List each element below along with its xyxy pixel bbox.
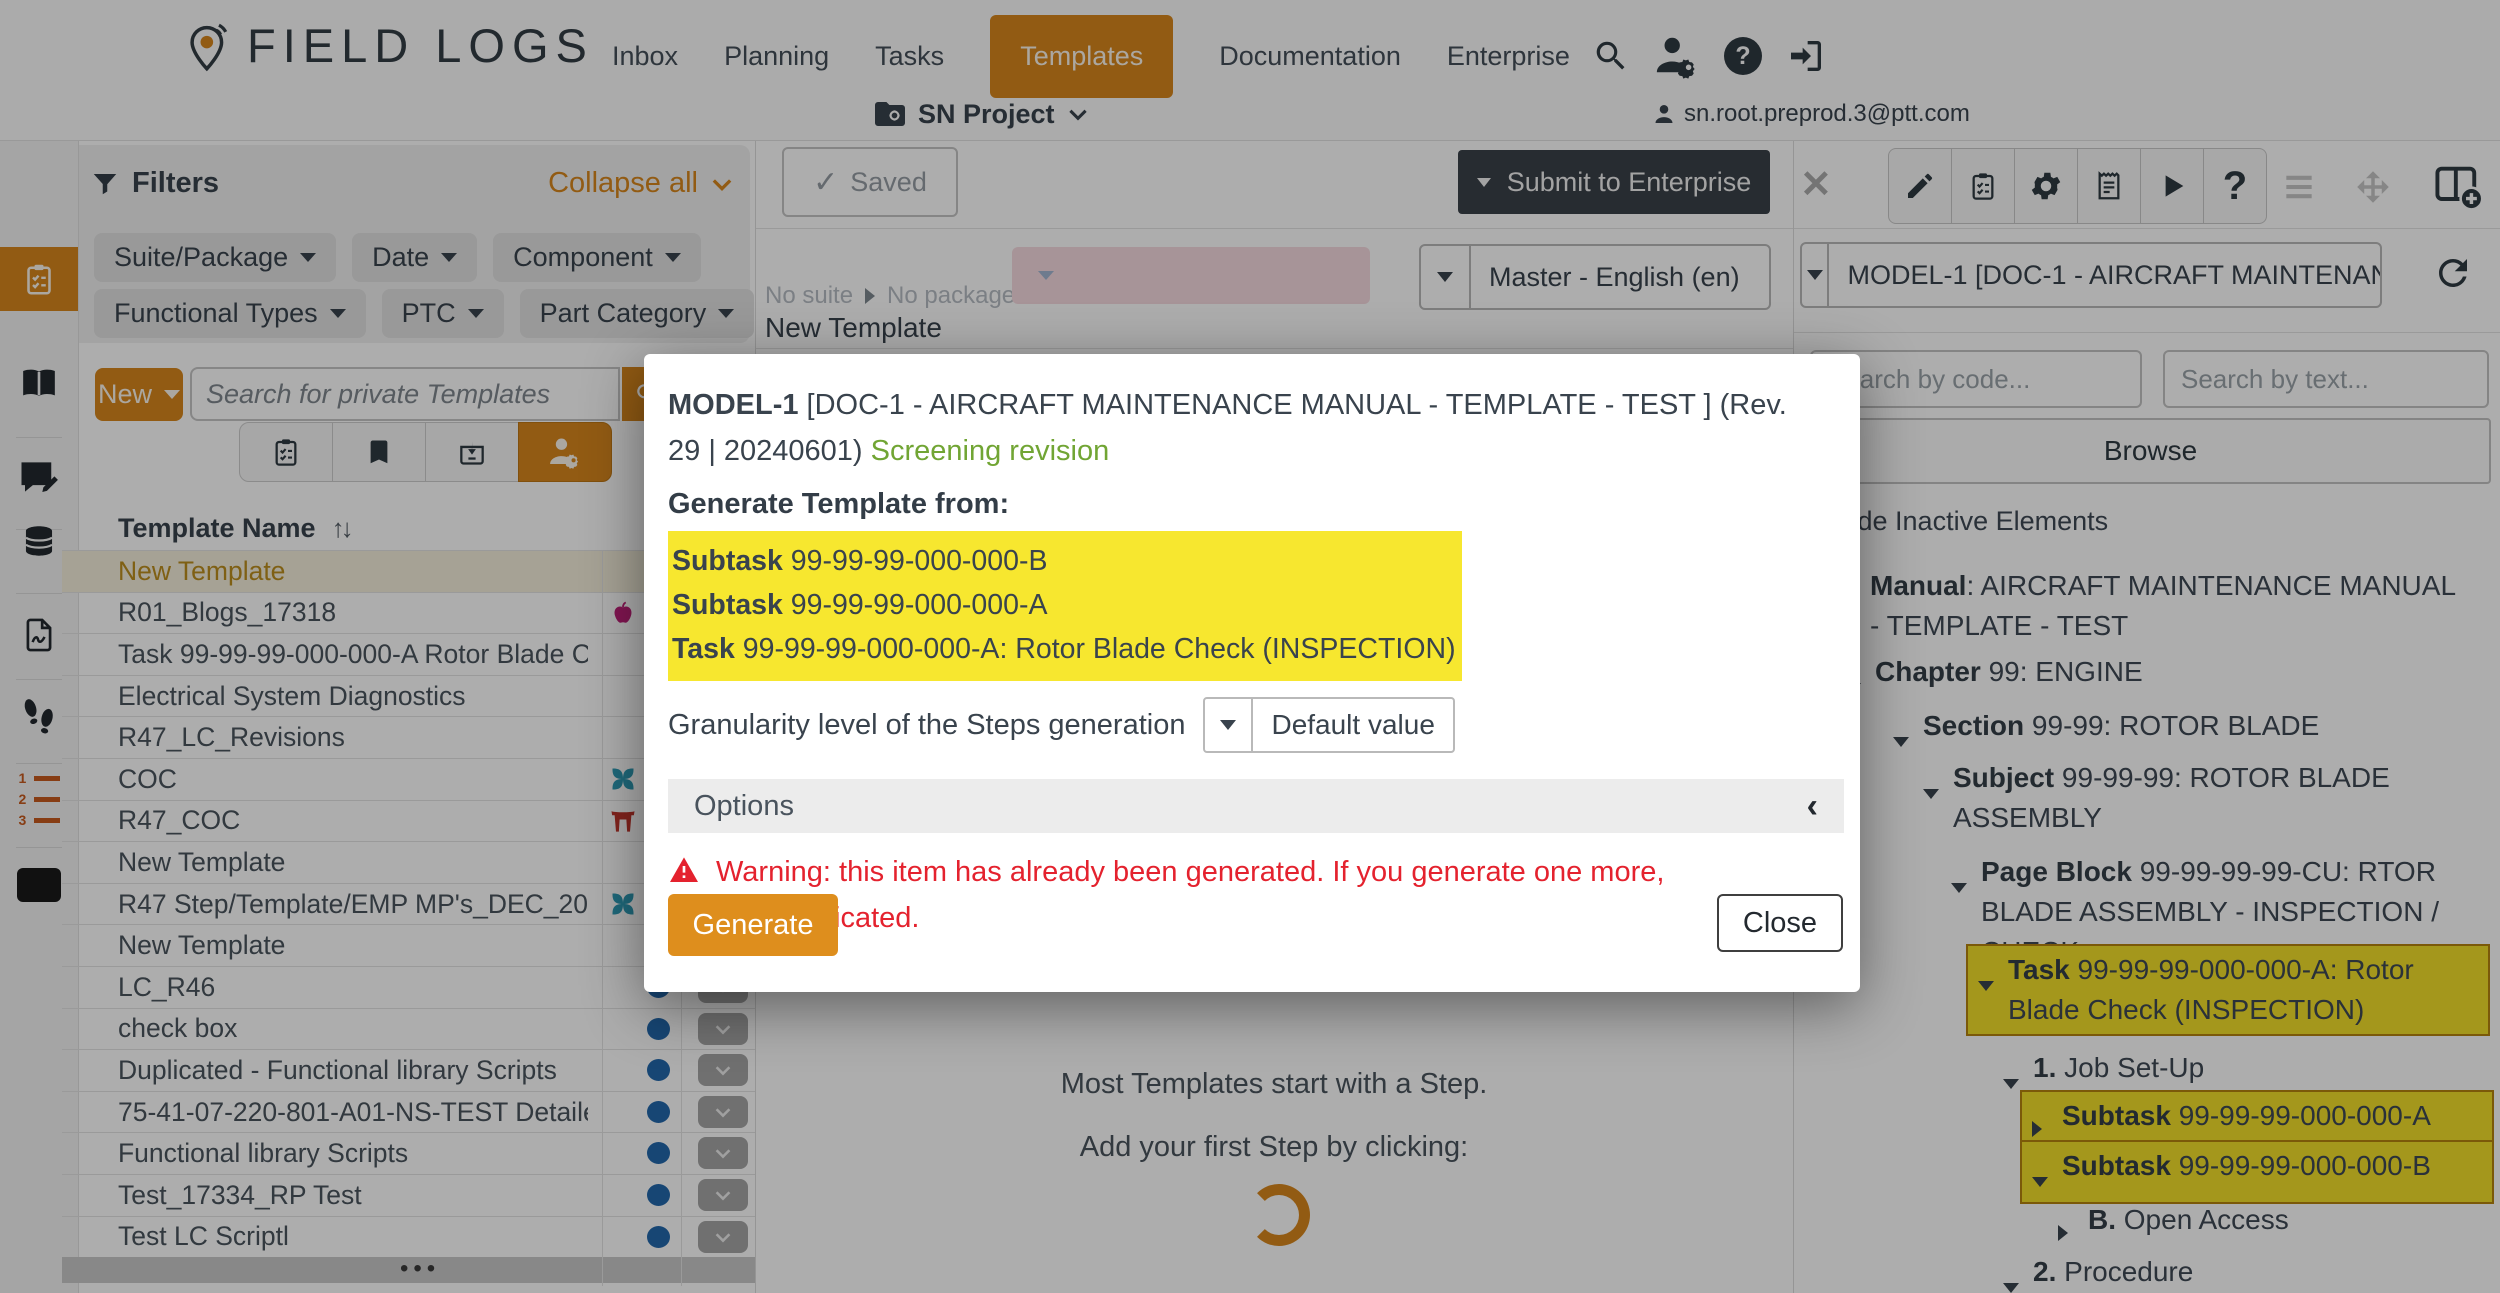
chevron-down-icon xyxy=(1205,699,1253,751)
options-accordion[interactable]: Options ‹ xyxy=(668,779,1844,833)
close-button[interactable]: Close xyxy=(1717,894,1843,952)
granularity-select[interactable]: Default value xyxy=(1203,697,1454,753)
generate-source-list: Subtask 99-99-99-000-000-BSubtask 99-99-… xyxy=(668,531,1462,681)
generate-source-line: Subtask 99-99-99-000-000-B xyxy=(672,539,1462,583)
generate-button[interactable]: Generate xyxy=(668,894,838,956)
generate-template-modal: MODEL-1 [DOC-1 - AIRCRAFT MAINTENANCE MA… xyxy=(644,354,1860,992)
modal-title: MODEL-1 [DOC-1 - AIRCRAFT MAINTENANCE MA… xyxy=(668,382,1808,474)
generate-source-line: Subtask 99-99-99-000-000-A xyxy=(672,583,1462,627)
granularity-value: Default value xyxy=(1253,699,1452,751)
warning-icon xyxy=(668,854,700,886)
generate-source-line: Task 99-99-99-000-000-A: Rotor Blade Che… xyxy=(672,627,1462,671)
app-root: FIELD LOGS InboxPlanningTasksTemplatesDo… xyxy=(0,0,2500,1293)
screening-revision-link[interactable]: Screening revision xyxy=(871,435,1110,467)
granularity-label: Granularity level of the Steps generatio… xyxy=(668,709,1185,742)
generate-from-label: Generate Template from: xyxy=(668,488,1860,521)
collapse-chevron-icon: ‹ xyxy=(1807,787,1818,826)
